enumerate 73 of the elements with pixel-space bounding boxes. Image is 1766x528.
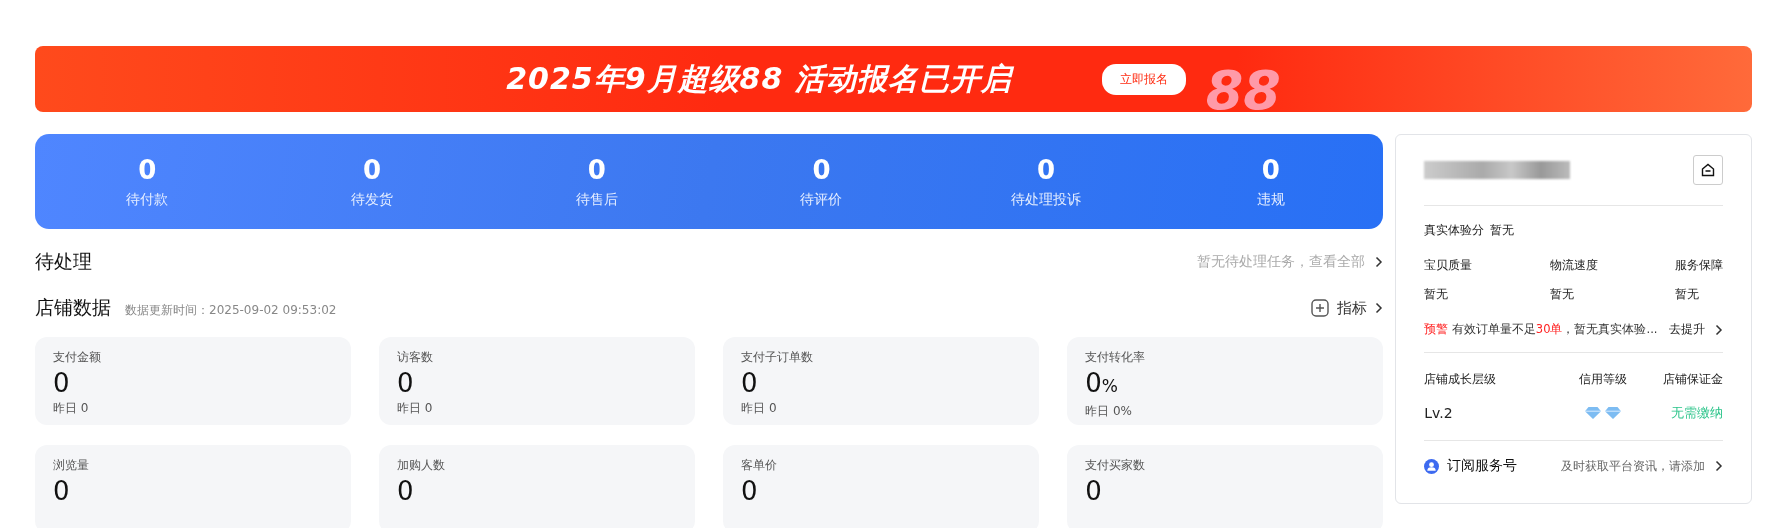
chevron-right-icon	[1715, 323, 1723, 336]
subscribe-label: 订阅服务号	[1447, 457, 1518, 475]
score-value: 暂无	[1490, 222, 1515, 239]
metric-card[interactable]: 支付转化率 0% 昨日 0%	[1067, 337, 1384, 425]
metric-label: 客单价	[741, 457, 779, 474]
warning-text: 预警 有效订单量不足30单，暂无真实体验...	[1424, 322, 1658, 337]
chevron-right-icon	[1715, 460, 1723, 472]
chevron-right-icon	[1375, 256, 1384, 268]
metric-label: 支付子订单数	[741, 349, 815, 366]
yesterday-value: 昨日 0	[741, 400, 778, 417]
score-value: 暂无	[1549, 286, 1575, 303]
section-title: 待处理	[35, 249, 92, 274]
two-diamonds-icon	[1585, 407, 1622, 419]
user-icon	[1424, 458, 1440, 474]
metric-label: 支付金额	[53, 349, 102, 366]
stat-label: 待发货	[351, 190, 394, 209]
chevron-right-icon	[1375, 302, 1384, 314]
banner-title: 2025年9月超级88 活动报名已开启	[506, 59, 1012, 98]
house-icon	[1701, 163, 1715, 177]
stat-label: 待付款	[126, 190, 169, 209]
score-value: 暂无	[1424, 286, 1450, 303]
promo-banner[interactable]: 2025年9月超级88 活动报名已开启 立即报名 88	[35, 46, 1752, 112]
plus-icon	[1311, 299, 1330, 317]
score-label: 真实体验分	[1424, 222, 1485, 239]
metric-label: 加购人数	[397, 457, 447, 474]
metric-card[interactable]: 浏览量 0	[35, 445, 352, 528]
banner-88-text: 88	[1205, 58, 1281, 112]
deposit-status: 无需缴纳	[1670, 404, 1723, 422]
section-title: 店铺数据	[35, 295, 111, 320]
stat-value[interactable]: 0	[812, 154, 831, 185]
stat-value[interactable]: 0	[1037, 154, 1056, 185]
score-label: 宝贝质量	[1424, 257, 1474, 274]
metric-label: 支付转化率	[1085, 349, 1147, 366]
level-label: 店铺保证金	[1663, 371, 1723, 388]
level-label: 店铺成长层级	[1424, 371, 1498, 388]
stat-label: 待处理投诉	[1011, 190, 1082, 209]
stat-value[interactable]: 0	[1261, 154, 1280, 185]
yesterday-value: 昨日 0%	[1085, 403, 1133, 420]
metrics-button[interactable]: 指标	[1311, 298, 1384, 318]
metric-label: 支付买家数	[1085, 457, 1147, 474]
metric-value: 0	[741, 476, 759, 506]
metric-value: 0	[397, 476, 415, 506]
update-time: 数据更新时间：2025-09-02 09:53:02	[125, 302, 337, 319]
metric-value: 0	[1085, 476, 1103, 506]
stat-label: 违规	[1256, 190, 1285, 209]
stat-value[interactable]: 0	[363, 154, 382, 185]
metric-card[interactable]: 加购人数 0	[379, 445, 696, 528]
metric-label: 访客数	[397, 349, 435, 366]
metric-label: 浏览量	[53, 457, 90, 474]
metric-card[interactable]: 支付买家数 0	[1067, 445, 1384, 528]
stat-label: 待评价	[800, 190, 843, 209]
home-button[interactable]	[1693, 155, 1723, 185]
yesterday-value: 昨日 0	[397, 400, 434, 417]
metric-value: 0	[741, 368, 759, 398]
metric-card[interactable]: 支付子订单数 0 昨日 0	[723, 337, 1040, 425]
level-label: 信用等级	[1578, 371, 1629, 388]
score-label: 物流速度	[1549, 257, 1599, 274]
subscribe-link[interactable]: 及时获取平台资讯，请添加	[1561, 457, 1723, 475]
metric-value: 0	[53, 476, 71, 506]
metric-card[interactable]: 访客数 0 昨日 0	[379, 337, 696, 425]
stat-label: 待售后	[575, 190, 618, 209]
improve-link[interactable]: 去提升	[1669, 321, 1723, 338]
level-value: Lv.2	[1424, 405, 1454, 421]
stat-value[interactable]: 0	[587, 154, 606, 185]
metric-value: 0	[53, 368, 71, 398]
metric-value: 0%	[1085, 368, 1119, 400]
metric-card[interactable]: 客单价 0	[723, 445, 1040, 528]
metric-card[interactable]: 支付金额 0 昨日 0	[35, 337, 352, 425]
score-value: 暂无	[1675, 286, 1700, 303]
register-button[interactable]: 立即报名	[1101, 63, 1186, 95]
metric-value: 0	[397, 368, 415, 398]
yesterday-value: 昨日 0	[53, 400, 90, 417]
score-label: 服务保障	[1675, 257, 1723, 274]
